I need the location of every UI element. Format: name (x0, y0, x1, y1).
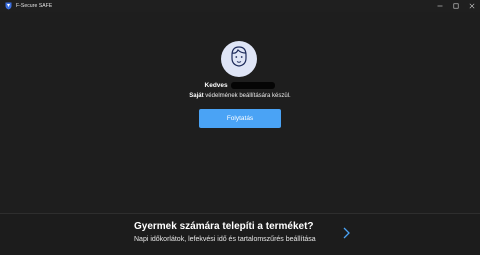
f-secure-shield-icon (4, 2, 12, 10)
window-title: F-Secure SAFE (16, 3, 53, 9)
welcome-panel: Kedves Saját védelmének beállítására kés… (0, 12, 480, 213)
greeting-text: Kedves (204, 82, 228, 90)
continue-button[interactable]: Folytatás (199, 109, 281, 128)
redacted-user-name (231, 82, 276, 89)
close-icon[interactable] (464, 0, 480, 12)
greeting-line: Kedves (0, 82, 480, 89)
setup-message-bold: Saját (189, 93, 204, 99)
banner-title: Gyermek számára telepíti a terméket? (134, 221, 314, 232)
user-face-icon (224, 42, 254, 77)
setup-message-text: védelmének beállítására készül. (203, 93, 291, 99)
minimize-icon[interactable] (432, 0, 448, 12)
window-controls (432, 0, 480, 12)
avatar (221, 41, 257, 77)
chevron-right-icon[interactable] (341, 226, 351, 240)
setup-message: Saját védelmének beállítására készül. (0, 93, 480, 99)
child-install-banner[interactable]: Gyermek számára telepíti a terméket? Nap… (0, 214, 480, 255)
maximize-icon[interactable] (448, 0, 464, 12)
banner-subtitle: Napi időkorlátok, lefekvési idő és tarta… (134, 236, 316, 243)
title-bar: F-Secure SAFE (0, 0, 480, 12)
